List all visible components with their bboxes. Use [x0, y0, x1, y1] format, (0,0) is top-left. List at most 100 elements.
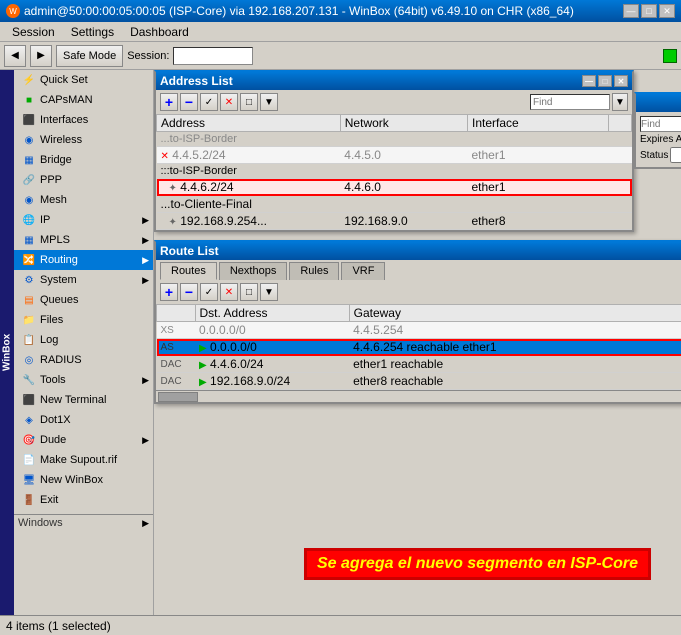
table-row[interactable]: ✦ 4.4.6.2/24 4.4.6.0 ether1 [157, 179, 632, 196]
sidebar-item-queues[interactable]: ▤ Queues [14, 290, 153, 310]
addr-cancel-button[interactable]: ✕ [220, 93, 238, 111]
addr-remove-button[interactable]: − [180, 93, 198, 111]
route-copy-button[interactable]: □ [240, 283, 258, 301]
sidebar-item-new-terminal[interactable]: ⬛ New Terminal [14, 390, 153, 410]
sidebar-label-queues: Queues [40, 294, 79, 306]
route-add-button[interactable]: + [160, 283, 178, 301]
toolbar: ◀ ▶ Safe Mode Session: [0, 42, 681, 70]
sidebar-label-files: Files [40, 314, 63, 326]
tab-vrf[interactable]: VRF [341, 262, 385, 280]
table-row[interactable]: XS 0.0.0.0/0 4.4.5.254 1 [157, 322, 681, 339]
connection-status [663, 49, 677, 63]
addr-col-extra[interactable] [609, 115, 632, 132]
route-remove-button[interactable]: − [180, 283, 198, 301]
route-col-gateway[interactable]: Gateway [349, 305, 681, 322]
addr-find-input[interactable] [530, 94, 610, 110]
maximize-button[interactable]: □ [641, 4, 657, 18]
sidebar-item-quick-set[interactable]: ⚡ Quick Set [14, 70, 153, 90]
addr-col-address[interactable]: Address [157, 115, 341, 132]
route-cancel-button[interactable]: ✕ [220, 283, 238, 301]
table-row[interactable]: ...to-Cliente-Final [157, 196, 632, 213]
sidebar-item-new-winbox[interactable]: 🖥 New WinBox [14, 470, 153, 490]
close-button[interactable]: ✕ [659, 4, 675, 18]
back-button[interactable]: ◀ [4, 45, 26, 67]
addr-cell-address3: ✦ 192.168.9.254... [157, 213, 341, 230]
mpls-icon: ▦ [22, 233, 36, 247]
menu-session[interactable]: Session [4, 23, 63, 41]
annotation-text: Se agrega el nuevo segmento en ISP-Core [304, 548, 651, 580]
table-row[interactable]: AS ▶ 0.0.0.0/0 4.4.6.254 reachable ether… [157, 339, 681, 356]
addr-add-button[interactable]: + [160, 93, 178, 111]
sidebar-item-mesh[interactable]: ◉ Mesh [14, 190, 153, 210]
sidebar-item-routing[interactable]: 🔀 Routing ▶ [14, 250, 153, 270]
tab-nexthops[interactable]: Nexthops [219, 262, 287, 280]
table-row[interactable]: ✕ 4.4.5.2/24 4.4.5.0 ether1 [157, 147, 632, 164]
sidebar-item-make-supout[interactable]: 📄 Make Supout.rif [14, 450, 153, 470]
menu-settings[interactable]: Settings [63, 23, 122, 41]
addr-win-min[interactable]: — [582, 75, 596, 87]
windows-section[interactable]: Windows ▶ [14, 514, 153, 531]
minimize-button[interactable]: — [623, 4, 639, 18]
route-col-flag[interactable] [157, 305, 196, 322]
menu-dashboard[interactable]: Dashboard [122, 23, 197, 41]
route-filter-button[interactable]: ▼ [260, 283, 278, 301]
table-row[interactable]: DAC ▶ 4.4.6.0/24 ether1 reachable 0 [157, 356, 681, 373]
sidebar-item-files[interactable]: 📁 Files [14, 310, 153, 330]
addr-cell-network2: 4.4.6.0 [340, 179, 467, 196]
route-col-dst[interactable]: Dst. Address [195, 305, 349, 322]
new-winbox-icon: 🖥 [22, 473, 36, 487]
sidebar-item-dot1x[interactable]: ◈ Dot1X [14, 410, 153, 430]
addr-extra-titlebar: — ✕ [636, 94, 681, 112]
addr-filter-button[interactable]: ▼ [260, 93, 278, 111]
route-gw-2: ether1 reachable [349, 356, 681, 373]
tab-routes[interactable]: Routes [160, 262, 217, 280]
route-gw-1: 4.4.6.254 reachable ether1 [349, 339, 681, 356]
route-flag-2: DAC [157, 356, 196, 373]
addr-win-close[interactable]: ✕ [614, 75, 628, 87]
status-select[interactable] [670, 147, 681, 163]
route-hscroll-thumb[interactable] [158, 392, 198, 402]
sidebar-label-wireless: Wireless [40, 134, 82, 146]
sidebar-item-bridge[interactable]: ▦ Bridge [14, 150, 153, 170]
table-row[interactable]: ...to-ISP-Border [157, 132, 632, 147]
quick-set-icon: ⚡ [22, 73, 36, 87]
addr-col-interface[interactable]: Interface [467, 115, 608, 132]
addr-copy-button[interactable]: □ [240, 93, 258, 111]
table-row[interactable]: :::to-ISP-Border [157, 164, 632, 179]
sidebar-item-interfaces[interactable]: ⬛ Interfaces [14, 110, 153, 130]
sidebar-label-ppp: PPP [40, 174, 62, 186]
route-check-button[interactable]: ✓ [200, 283, 218, 301]
tab-rules[interactable]: Rules [289, 262, 339, 280]
addr-col-network[interactable]: Network [340, 115, 467, 132]
log-icon: 📋 [22, 333, 36, 347]
addr-cell-network3: 192.168.9.0 [340, 213, 467, 230]
session-input[interactable] [173, 47, 253, 65]
mpls-arrow: ▶ [142, 235, 149, 246]
addr-find-arrow[interactable]: ▼ [612, 93, 628, 111]
addr-check-button[interactable]: ✓ [200, 93, 218, 111]
route-flag-0: XS [157, 322, 196, 339]
route-hscrollbar[interactable] [156, 390, 681, 402]
sidebar-item-ppp[interactable]: 🔗 PPP [14, 170, 153, 190]
sidebar-item-radius[interactable]: ◎ RADIUS [14, 350, 153, 370]
table-row[interactable]: DAC ▶ 192.168.9.0/24 ether8 reachable 0 [157, 373, 681, 390]
sidebar-item-capsman[interactable]: ■ CAPsMAN [14, 90, 153, 110]
title-text: admin@50:00:00:05:00:05 (ISP-Core) via 1… [24, 4, 574, 18]
sidebar-item-log[interactable]: 📋 Log [14, 330, 153, 350]
sidebar-item-system[interactable]: ⚙ System ▶ [14, 270, 153, 290]
sidebar-item-tools[interactable]: 🔧 Tools ▶ [14, 370, 153, 390]
route-table: Dst. Address Gateway Distance R XS 0.0.0… [156, 304, 681, 390]
safe-mode-button[interactable]: Safe Mode [56, 45, 123, 67]
table-row[interactable]: ✦ 192.168.9.254... 192.168.9.0 ether8 [157, 213, 632, 230]
sidebar-item-exit[interactable]: 🚪 Exit [14, 490, 153, 510]
forward-button[interactable]: ▶ [30, 45, 52, 67]
sidebar-item-dude[interactable]: 🎯 Dude ▶ [14, 430, 153, 450]
status-text: 4 items (1 selected) [6, 619, 111, 633]
sidebar-item-mpls[interactable]: ▦ MPLS ▶ [14, 230, 153, 250]
system-icon: ⚙ [22, 273, 36, 287]
addr-win-max[interactable]: □ [598, 75, 612, 87]
addr-group3-label: ...to-Cliente-Final [157, 196, 632, 213]
sidebar-item-ip[interactable]: 🌐 IP ▶ [14, 210, 153, 230]
sidebar-item-wireless[interactable]: ◉ Wireless [14, 130, 153, 150]
addr-extra-find-input[interactable] [640, 116, 681, 132]
